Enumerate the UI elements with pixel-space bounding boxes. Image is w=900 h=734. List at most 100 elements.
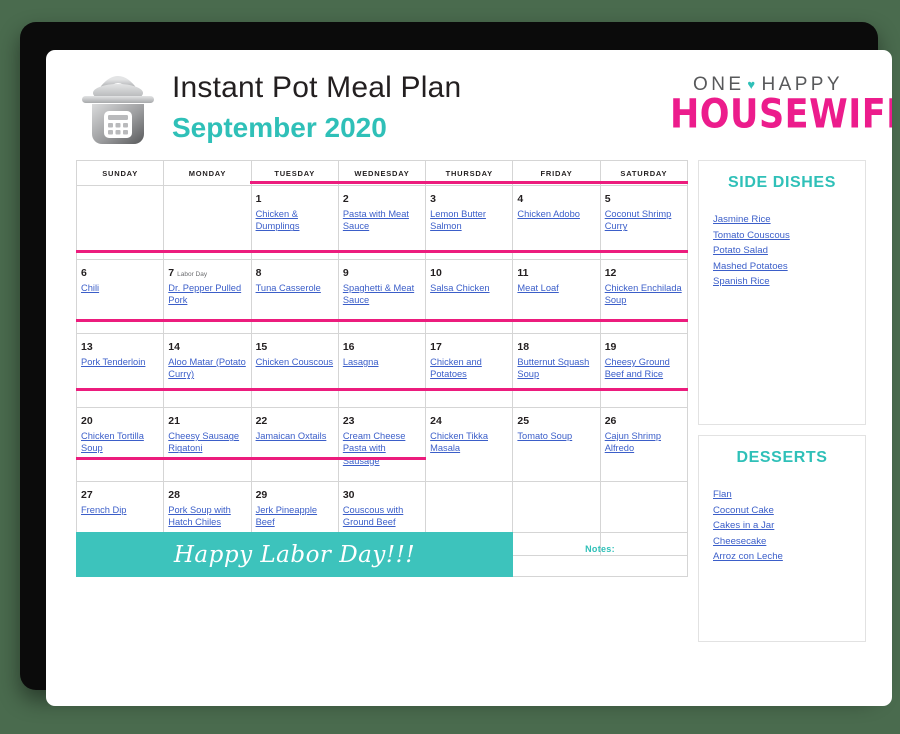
calendar-day-cell[interactable]: 16 Lasagna xyxy=(337,333,427,408)
meal-link[interactable]: Jerk Pineapple Beef xyxy=(256,504,334,529)
heart-icon: ♥ xyxy=(747,76,759,92)
calendar-day-cell[interactable]: 2 Pasta with Meat Sauce xyxy=(337,185,427,260)
meal-link[interactable]: Meat Loaf xyxy=(517,282,595,294)
calendar-day-cell[interactable]: 22 Jamaican Oxtails xyxy=(250,407,339,482)
meal-link[interactable]: Jamaican Oxtails xyxy=(256,430,334,442)
day-number: 27 xyxy=(81,489,93,501)
desserts-list: Flan Coconut Cake Cakes in a Jar Cheesecake… xyxy=(713,487,865,565)
meal-link[interactable]: Cream Cheese Pasta with Sausage xyxy=(343,430,421,467)
calendar-day-cell[interactable]: 11 Meat Loaf xyxy=(512,259,601,334)
meal-link[interactable]: Chili xyxy=(81,282,159,294)
day-number: 1 xyxy=(255,193,262,205)
calendar-day-cell[interactable]: 5 Coconut Shrimp Curry xyxy=(599,185,689,260)
calendar-day-cell[interactable]: 26 Cajun Shrimp Alfredo xyxy=(599,407,689,482)
day-number: 17 xyxy=(430,341,442,353)
meal-link[interactable]: Chicken & Dumplings xyxy=(256,208,334,233)
meal-link[interactable]: Salsa Chicken xyxy=(430,282,508,294)
dessert-link[interactable]: Cheesecake xyxy=(713,534,865,550)
meal-link[interactable]: Pasta with Meat Sauce xyxy=(343,208,421,233)
dessert-link[interactable]: Flan xyxy=(713,487,865,503)
side-dishes-panel: SIDE DISHES Jasmine Rice Tomato Couscous P… xyxy=(698,160,866,425)
brand-line-two: HOUSEWIFE xyxy=(670,91,892,138)
meal-link[interactable]: Chicken and Potatoes xyxy=(430,356,508,381)
calendar-week-row: 1 Chicken & Dumplings 2 Pasta with Meat Sau… xyxy=(75,185,689,260)
meal-link[interactable]: Chicken Enchilada Soup xyxy=(605,282,683,307)
dessert-link[interactable]: Coconut Cake xyxy=(713,503,865,519)
calendar-day-cell[interactable]: 15 Chicken Couscous xyxy=(250,333,339,408)
side-dish-link[interactable]: Spanish Rice xyxy=(713,274,865,290)
side-dish-link[interactable]: Jasmine Rice xyxy=(713,212,865,228)
calendar-day-cell[interactable]: 12 Chicken Enchilada Soup xyxy=(599,259,689,334)
instant-pot-icon xyxy=(82,76,154,144)
pink-rule-week3 xyxy=(76,388,688,391)
pink-rule-week2 xyxy=(76,319,688,322)
day-number: 5 xyxy=(604,193,611,205)
day-number: 18 xyxy=(517,341,530,353)
calendar-day-cell[interactable]: 8 Tuna Casserole xyxy=(250,259,339,334)
calendar-day-cell[interactable]: 10 Salsa Chicken xyxy=(425,259,514,334)
calendar-day-cell[interactable]: 23 Cream Cheese Pasta with Sausage xyxy=(337,407,427,482)
meal-link[interactable]: French Dip xyxy=(81,504,159,516)
meal-link[interactable]: Chicken Tortilla Soup xyxy=(81,430,159,455)
meal-link[interactable]: Chicken Tikka Masala xyxy=(430,430,508,455)
meal-link[interactable]: Coconut Shrimp Curry xyxy=(605,208,683,233)
calendar-day-cell[interactable]: 1 Chicken & Dumplings xyxy=(250,185,339,260)
calendar-day-cell[interactable]: 20 Chicken Tortilla Soup xyxy=(75,407,165,482)
side-dish-link[interactable]: Potato Salad xyxy=(713,243,865,259)
calendar-day-cell[interactable]: 3 Lemon Butter Salmon xyxy=(425,185,514,260)
calendar-day-cell[interactable]: 21 Cheesy Sausage Rigatoni xyxy=(163,407,252,482)
meal-link[interactable]: Chicken Adobo xyxy=(517,208,595,220)
calendar-day-cell[interactable]: 7 Labor Day Dr. Pepper Pulled Pork xyxy=(163,259,252,334)
calendar-grid: SUNDAY MONDAY TUESDAY WEDNESDAY THURSDAY… xyxy=(75,160,689,556)
meal-link[interactable]: Lasagna xyxy=(343,356,421,368)
month-title: September 2020 xyxy=(172,112,387,143)
meal-link[interactable]: Tuna Casserole xyxy=(256,282,334,294)
meal-link[interactable]: Dr. Pepper Pulled Pork xyxy=(168,282,246,307)
day-number: 29 xyxy=(255,489,268,501)
banner-text: Happy Labor Day!!! xyxy=(173,541,416,568)
meal-link[interactable]: Cheesy Ground Beef and Rice xyxy=(605,356,683,381)
device-frame: Instant Pot Meal Plan September 2020 ONE… xyxy=(20,22,892,706)
calendar-day-cell[interactable]: 6 Chili xyxy=(75,259,165,334)
calendar-day-cell[interactable]: 25 Tomato Soup xyxy=(512,407,601,482)
calendar-empty-cell xyxy=(163,185,252,260)
day-number: 12 xyxy=(604,267,617,279)
day-header-sunday: SUNDAY xyxy=(75,160,165,186)
day-number: 13 xyxy=(81,341,93,353)
calendar-day-cell[interactable]: 14 Aloo Matar (Potato Curry) xyxy=(163,333,252,408)
day-number: 7 xyxy=(168,267,175,279)
calendar-day-cell[interactable]: 17 Chicken and Potatoes xyxy=(425,333,514,408)
pink-rule-top xyxy=(250,181,688,184)
meal-link[interactable]: Pork Soup with Hatch Chiles xyxy=(168,504,246,529)
brand-logo: ONE ♥ HAPPY HOUSEWIFE xyxy=(670,74,892,135)
calendar-day-cell[interactable]: 19 Cheesy Ground Beef and Rice xyxy=(599,333,689,408)
holiday-banner: Happy Labor Day!!! xyxy=(76,532,513,577)
calendar-day-cell[interactable]: 9 Spaghetti & Meat Sauce xyxy=(337,259,427,334)
day-number: 26 xyxy=(604,415,617,427)
calendar-day-cell[interactable]: 18 Butternut Squash Soup xyxy=(512,333,601,408)
side-dish-link[interactable]: Tomato Couscous xyxy=(713,228,865,244)
side-dishes-title: SIDE DISHES xyxy=(728,174,836,191)
dessert-link[interactable]: Cakes in a Jar xyxy=(713,518,865,534)
calendar-day-cell[interactable]: 24 Chicken Tikka Masala xyxy=(425,407,514,482)
meal-link[interactable]: Couscous with Ground Beef xyxy=(343,504,421,529)
day-number: 15 xyxy=(255,341,268,353)
meal-link[interactable]: Pork Tenderloin xyxy=(81,356,159,368)
meal-link[interactable]: Lemon Butter Salmon xyxy=(430,208,508,233)
meal-link[interactable]: Chicken Couscous xyxy=(256,356,334,368)
meal-link[interactable]: Aloo Matar (Potato Curry) xyxy=(168,356,246,381)
meal-link[interactable]: Cheesy Sausage Rigatoni xyxy=(168,430,246,455)
calendar-week-row: 13 Pork Tenderloin 14 Aloo Matar (Potato Cu… xyxy=(75,333,689,408)
side-dish-link[interactable]: Mashed Potatoes xyxy=(713,259,865,275)
desserts-panel: DESSERTS Flan Coconut Cake Cakes in a Jar C… xyxy=(698,435,866,642)
day-number: 25 xyxy=(517,415,530,427)
notes-box[interactable]: Notes: xyxy=(513,532,688,577)
meal-link[interactable]: Spaghetti & Meat Sauce xyxy=(343,282,421,307)
calendar-day-cell[interactable]: 13 Pork Tenderloin xyxy=(75,333,165,408)
meal-link[interactable]: Tomato Soup xyxy=(517,430,595,442)
dessert-link[interactable]: Arroz con Leche xyxy=(713,549,865,565)
day-number: 2 xyxy=(342,193,349,205)
meal-link[interactable]: Butternut Squash Soup xyxy=(517,356,595,381)
meal-link[interactable]: Cajun Shrimp Alfredo xyxy=(605,430,683,455)
calendar-day-cell[interactable]: 4 Chicken Adobo xyxy=(512,185,601,260)
